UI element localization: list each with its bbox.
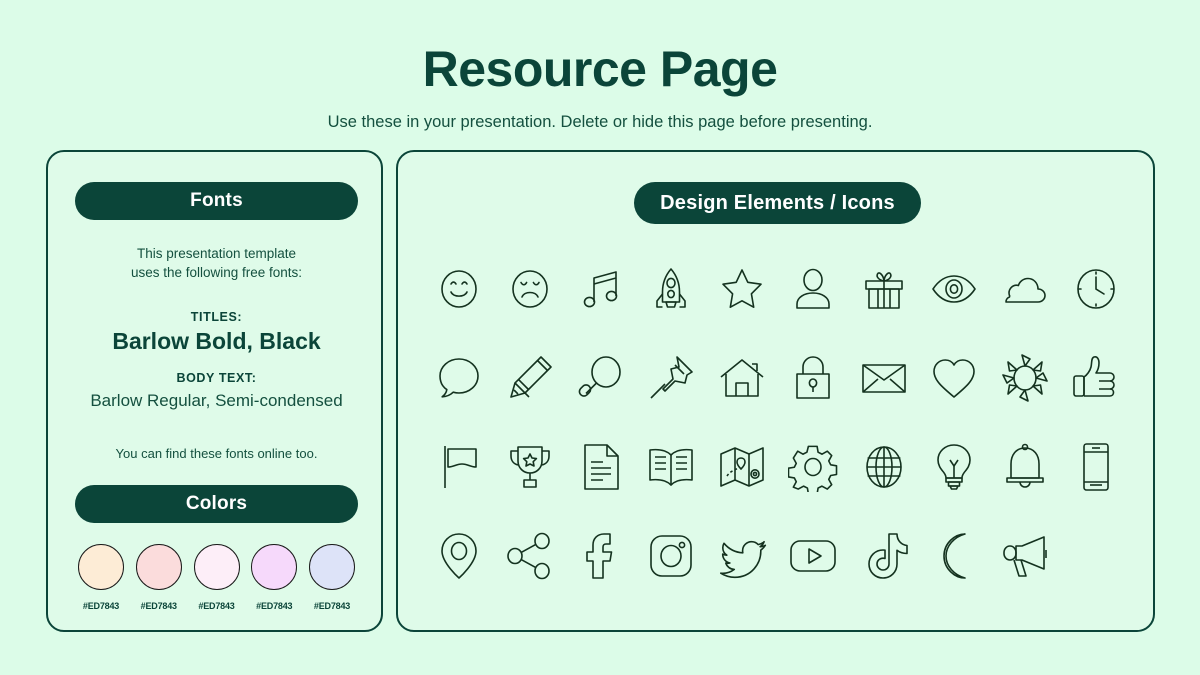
color-swatch-item[interactable]: #ED7843: [133, 544, 185, 611]
house-icon[interactable]: [717, 353, 767, 403]
design-elements-panel: Design Elements / Icons: [396, 150, 1155, 632]
star-icon[interactable]: [717, 264, 767, 314]
color-swatch-hex-label: #ED7843: [198, 601, 235, 611]
pencil-icon[interactable]: [505, 353, 555, 403]
color-swatch-item[interactable]: #ED7843: [191, 544, 243, 611]
user-icon[interactable]: [788, 264, 838, 314]
lock-icon[interactable]: [788, 353, 838, 403]
sun-icon[interactable]: [1000, 353, 1050, 403]
location-pin-icon[interactable]: [434, 531, 484, 581]
icon-grid: [424, 244, 1131, 600]
fonts-heading-label: Fonts: [190, 190, 243, 211]
color-swatch-hex-label: #ED7843: [140, 601, 177, 611]
instagram-icon[interactable]: [646, 531, 696, 581]
icons-heading-label: Design Elements / Icons: [660, 191, 895, 214]
color-swatch-circle[interactable]: [135, 544, 182, 590]
youtube-icon[interactable]: [788, 531, 838, 581]
color-swatch-circle[interactable]: [309, 544, 355, 590]
color-swatch-circle[interactable]: [251, 544, 298, 590]
color-swatch-hex-label: #ED7843: [313, 601, 351, 611]
titles-font-label: TITLES:: [190, 310, 243, 324]
fonts-intro-line-1: This presentation template: [136, 246, 297, 261]
smiley-face-icon[interactable]: [434, 264, 484, 314]
body-font-value: Barlow Regular, Semi-condensed: [90, 391, 343, 410]
twitter-icon[interactable]: [717, 531, 767, 581]
colors-heading-pill: Colors: [75, 485, 358, 523]
gift-icon[interactable]: [859, 264, 909, 314]
tiktok-icon[interactable]: [859, 531, 909, 581]
fonts-and-colors-panel: Fonts This presentation template uses th…: [46, 150, 383, 632]
color-swatch-item[interactable]: #ED7843: [306, 544, 358, 611]
color-swatch-hex-label: #ED7843: [256, 601, 293, 611]
clock-icon[interactable]: [1071, 264, 1121, 314]
speech-bubble-icon[interactable]: [434, 353, 484, 403]
body-font-label: BODY TEXT:: [176, 371, 257, 385]
color-swatch-item[interactable]: #ED7843: [75, 544, 127, 611]
open-book-icon[interactable]: [646, 442, 696, 492]
color-swatch-hex-label: #ED7843: [82, 601, 120, 611]
gear-icon[interactable]: [788, 442, 838, 492]
heart-icon[interactable]: [929, 353, 979, 403]
pushpin-icon[interactable]: [646, 353, 696, 403]
share-icon[interactable]: [505, 531, 555, 581]
map-icon[interactable]: [717, 442, 767, 492]
rocket-icon[interactable]: [646, 264, 696, 314]
facebook-icon[interactable]: [576, 531, 626, 581]
sad-face-icon[interactable]: [505, 264, 555, 314]
moon-icon[interactable]: [929, 531, 979, 581]
globe-icon[interactable]: [859, 442, 909, 492]
colors-heading-label: Colors: [185, 493, 248, 514]
color-swatch-circle[interactable]: [78, 544, 124, 590]
thumbs-up-icon[interactable]: [1071, 353, 1121, 403]
color-swatch-row: #ED7843 #ED7843 #ED7843 #ED7843 #ED7843: [75, 544, 358, 611]
document-icon[interactable]: [576, 442, 626, 492]
smartphone-icon[interactable]: [1071, 442, 1121, 492]
fonts-intro-text: This presentation template uses the foll…: [48, 244, 385, 282]
color-swatch-item[interactable]: #ED7843: [248, 544, 300, 611]
page-title: Resource Page: [422, 41, 778, 97]
color-swatch-circle[interactable]: [193, 544, 240, 590]
flag-icon[interactable]: [434, 442, 484, 492]
lightbulb-icon[interactable]: [929, 442, 979, 492]
magnifying-glass-icon[interactable]: [576, 353, 626, 403]
fonts-note-text: You can find these fonts online too.: [115, 446, 318, 461]
fonts-heading-pill: Fonts: [75, 182, 358, 220]
page-subtitle: Use these in your presentation. Delete o…: [327, 113, 873, 131]
eye-icon[interactable]: [929, 264, 979, 314]
fonts-intro-line-2: uses the following free fonts:: [130, 265, 303, 281]
bell-icon[interactable]: [1000, 442, 1050, 492]
cloud-icon[interactable]: [1000, 264, 1050, 314]
envelope-icon[interactable]: [859, 353, 909, 403]
resource-page-slide: Resource Page Use these in your presenta…: [0, 0, 1200, 675]
trophy-icon[interactable]: [505, 442, 555, 492]
megaphone-icon[interactable]: [1000, 531, 1050, 581]
titles-font-value: Barlow Bold, Black: [112, 328, 321, 354]
icons-heading-pill: Design Elements / Icons: [634, 182, 921, 224]
music-note-icon[interactable]: [576, 264, 626, 314]
